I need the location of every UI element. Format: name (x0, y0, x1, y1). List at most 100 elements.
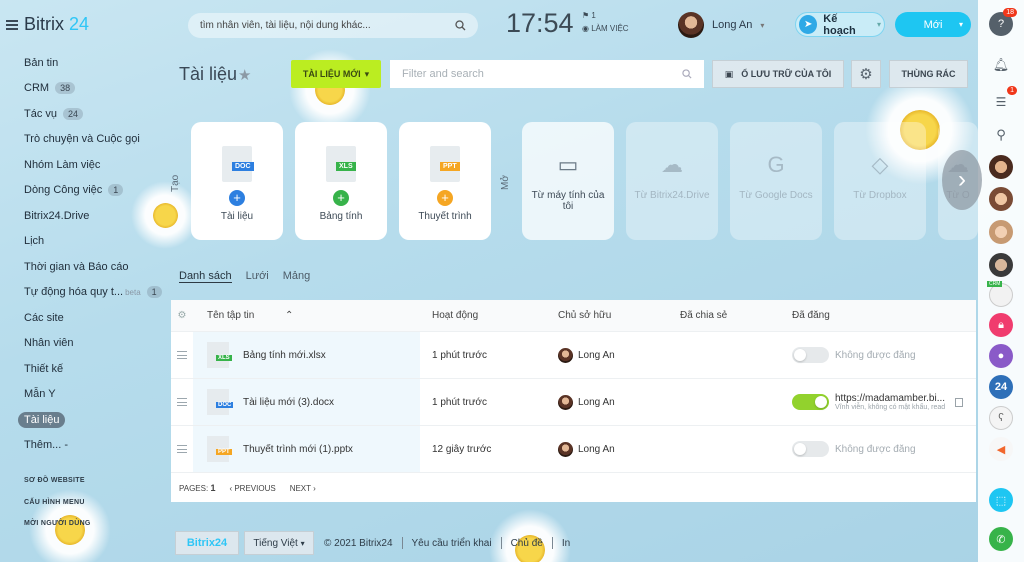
help-icon[interactable]: ? 18 (989, 8, 1017, 36)
share-icon[interactable]: ⬚ (989, 488, 1013, 512)
sidebar-item[interactable]: Các site (16, 305, 170, 331)
open-card[interactable]: ◇ Từ Dropbox (834, 122, 926, 240)
sidebar-item[interactable]: Nhóm Làm việc (16, 152, 170, 178)
language-select[interactable]: Tiếng Việt ▾ (244, 531, 314, 555)
avatar[interactable] (989, 253, 1013, 277)
bell-icon[interactable]: 🔔︎ (989, 53, 1013, 77)
sidebar-item[interactable]: Lịch (16, 229, 170, 255)
previous-button[interactable]: ‹ PREVIOUS (229, 484, 275, 493)
file-name[interactable]: Tài liệu mới (3).docx (243, 397, 334, 408)
owner-name[interactable]: Long An (578, 397, 615, 408)
sidebar-item[interactable]: Tài liệu (16, 407, 170, 433)
col-shared[interactable]: Đã chia sẻ (668, 310, 780, 321)
copy-icon[interactable] (955, 397, 964, 407)
theme-link[interactable]: Chủ đề (511, 538, 543, 549)
sidebar-item[interactable]: Bitrix24.Drive (16, 203, 170, 229)
new-button[interactable]: Mới ▾ (895, 12, 971, 37)
create-card[interactable]: XLS + Bảng tính (295, 122, 387, 240)
col-filename[interactable]: Tên tập tin ⌃ (193, 310, 420, 321)
owner-name[interactable]: Long An (578, 444, 615, 455)
gear-icon[interactable]: ⚙ (851, 60, 881, 88)
configure-menu-link[interactable]: CẤU HÌNH MENU (24, 499, 85, 506)
sidebar-item[interactable]: Bản tin (16, 50, 170, 76)
table-row[interactable]: PPT Thuyết trình mới (1).pptx 12 giây tr… (171, 426, 976, 473)
sidebar-item[interactable]: Thiết kế (16, 356, 170, 382)
open-card[interactable]: ▭ Từ máy tính của tôi (522, 122, 614, 240)
plus-icon[interactable]: + (333, 190, 349, 206)
my-storage-button[interactable]: ▣ Ổ LƯU TRỮ CỦA TÔI (712, 60, 844, 88)
owner-name[interactable]: Long An (578, 350, 615, 361)
avatar[interactable] (678, 12, 704, 38)
megaphone-icon[interactable]: ◀ (989, 437, 1013, 461)
sidebar-item[interactable]: Nhân viên (16, 331, 170, 357)
filter-search[interactable] (390, 60, 704, 88)
sidebar-item[interactable]: Tác vụ 24 (16, 101, 170, 127)
publish-toggle[interactable] (792, 441, 829, 457)
chevron-down-icon[interactable]: ▾ (959, 20, 963, 29)
sidebar-item[interactable]: Mẫn Y (16, 382, 170, 408)
sidebar-item[interactable]: Tự động hóa quy t... beta 1 (16, 280, 170, 306)
user-icon[interactable]: ● (989, 344, 1013, 368)
gear-icon[interactable]: ⚙ (171, 310, 193, 321)
table-row[interactable]: XLS Bảng tính mới.xlsx 1 phút trước Long… (171, 332, 976, 379)
menu-burger-icon[interactable] (6, 19, 18, 30)
bear-icon[interactable]: ʕ (989, 406, 1013, 430)
search-input[interactable] (200, 20, 455, 31)
plan-button[interactable]: ➤ Kế hoạch ▾ (795, 12, 885, 37)
sidebar-item[interactable]: Dòng Công việc 1 (16, 178, 170, 204)
next-button[interactable]: NEXT › (290, 484, 316, 493)
table-row[interactable]: DOC Tài liệu mới (3).docx 1 phút trước L… (171, 379, 976, 426)
drag-handle-icon[interactable] (177, 398, 187, 406)
logo[interactable]: Bitrix 24 (24, 14, 89, 35)
open-card[interactable]: ☁ Từ Bitrix24.Drive (626, 122, 718, 240)
deploy-link[interactable]: Yêu cầu triển khai (412, 538, 492, 549)
b24-icon[interactable]: 24 (989, 375, 1013, 399)
trash-button[interactable]: THÙNG RÁC (889, 60, 968, 88)
drag-handle-icon[interactable] (177, 445, 187, 453)
search-icon[interactable] (682, 69, 692, 79)
plus-icon[interactable]: + (437, 190, 453, 206)
avatar[interactable] (989, 155, 1013, 179)
open-card[interactable]: G Từ Google Docs (730, 122, 822, 240)
sidebar-item[interactable]: Thời gian và Báo cáo (16, 254, 170, 280)
footer-brand[interactable]: Bitrix24 (175, 531, 239, 555)
create-card[interactable]: DOC + Tài liệu (191, 122, 283, 240)
new-document-button[interactable]: TÀI LIỆU MỚI ▾ (291, 60, 381, 88)
public-link[interactable]: https://madamamber.bi... (835, 393, 945, 404)
col-published[interactable]: Đã đăng (780, 310, 976, 321)
tab-tiles[interactable]: Mảng (283, 270, 311, 283)
sitemap-link[interactable]: SƠ ĐỒ WEBSITE (24, 477, 85, 484)
help-badge: 18 (1003, 8, 1017, 17)
sidebar-item[interactable]: Trò chuyện và Cuộc gọi (16, 127, 170, 153)
invite-users-link[interactable]: MỜI NGƯỜI DÙNG (24, 520, 91, 527)
workday-status[interactable]: ⚑ 1 ◉ LÀM VIỆC (582, 11, 629, 37)
sidebar-item[interactable]: CRM 38 (16, 76, 170, 102)
star-icon[interactable]: ★ (238, 66, 251, 84)
phone-icon[interactable]: ✆ (989, 527, 1013, 551)
col-owner[interactable]: Chủ sở hữu (546, 310, 668, 321)
file-name[interactable]: Thuyết trình mới (1).pptx (243, 444, 353, 455)
tab-grid[interactable]: Lưới (246, 270, 269, 283)
user-name[interactable]: Long An (712, 19, 752, 31)
print-link[interactable]: In (562, 538, 570, 549)
publish-toggle[interactable] (792, 347, 829, 363)
col-activity[interactable]: Hoạt động (420, 310, 546, 321)
file-name[interactable]: Bảng tính mới.xlsx (243, 350, 326, 361)
create-card[interactable]: PPT + Thuyết trình (399, 122, 491, 240)
crm-avatar[interactable]: CRM (987, 281, 1013, 307)
user-menu[interactable]: Long An ▾ (678, 12, 764, 38)
chat-icon[interactable]: ☰ 1 (989, 86, 1017, 114)
lock-icon[interactable]: 🔒︎ (989, 313, 1013, 337)
search-icon[interactable]: ⚲ (989, 123, 1013, 147)
next-arrow-icon[interactable]: › (942, 150, 982, 210)
drag-handle-icon[interactable] (177, 351, 187, 359)
plus-icon[interactable]: + (229, 190, 245, 206)
avatar[interactable] (989, 220, 1013, 244)
filter-input[interactable] (402, 68, 682, 80)
avatar[interactable] (989, 187, 1013, 211)
global-search[interactable] (188, 13, 478, 38)
search-icon[interactable] (455, 20, 466, 31)
sidebar-item[interactable]: Thêm... - (16, 433, 170, 459)
tab-list[interactable]: Danh sách (179, 270, 232, 283)
publish-toggle[interactable] (792, 394, 829, 410)
